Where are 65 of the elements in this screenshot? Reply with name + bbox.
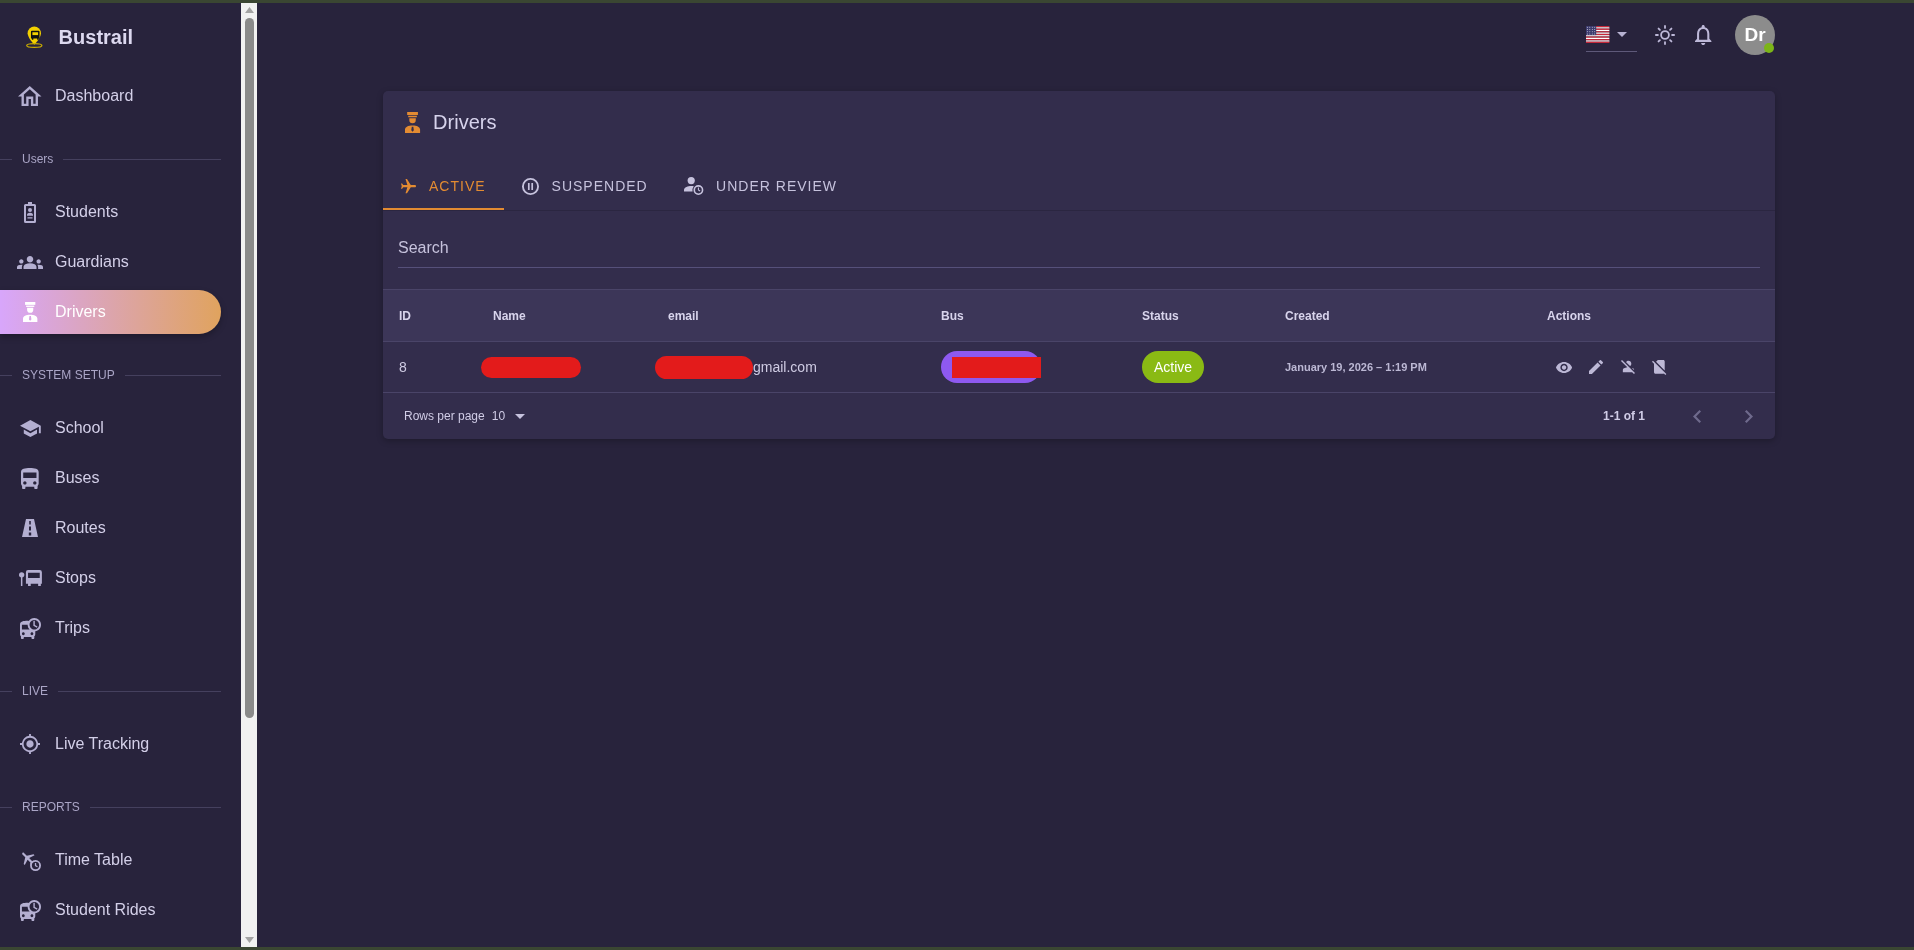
- sidebar-item[interactable]: Dashboard: [0, 74, 221, 118]
- column-header: ID: [399, 308, 411, 323]
- person-clock-icon: [683, 177, 704, 195]
- section-title: Users: [22, 152, 54, 166]
- sidebar-item[interactable]: Student Rides: [0, 888, 221, 932]
- column-header: Created: [1285, 308, 1330, 323]
- graduation-cap-icon: [19, 419, 41, 437]
- chevron-left-icon: [1693, 409, 1701, 423]
- scrollbar-track[interactable]: [241, 3, 257, 947]
- scrollbar-thumb[interactable]: [244, 18, 254, 718]
- column-header: Actions: [1547, 308, 1591, 323]
- email-cell: gmail.com: [753, 359, 817, 375]
- tab[interactable]: UNDER REVIEW: [665, 162, 855, 210]
- sidebar-item[interactable]: Live Tracking: [0, 722, 221, 766]
- pagination-range: 1-1 of 1: [1603, 409, 1645, 423]
- section-title: LIVE: [22, 684, 48, 698]
- caret-icon: [1617, 32, 1627, 37]
- theme-toggle-button[interactable]: [1653, 23, 1677, 47]
- bus-icon: [21, 467, 39, 489]
- section-title: REPORTS: [22, 800, 80, 814]
- sidebar-item[interactable]: School: [0, 406, 221, 450]
- logo-icon: [26, 26, 43, 48]
- people-group-icon: [17, 255, 43, 269]
- tab[interactable]: SUSPENDED: [503, 162, 666, 210]
- language-select[interactable]: [1585, 26, 1637, 52]
- rows-per-page-label: Rows per page: [404, 409, 485, 423]
- status-chip: Active: [1142, 351, 1205, 383]
- driver-icon: [405, 112, 421, 133]
- id-cell: 8: [399, 359, 407, 375]
- sidebar-item[interactable]: Stops: [0, 556, 221, 600]
- page-title: Drivers: [433, 111, 497, 134]
- caret-icon: [515, 413, 526, 419]
- column-header: Name: [493, 308, 526, 323]
- bus-stop-icon: [18, 570, 42, 586]
- brand-name: Bustrail: [58, 25, 134, 49]
- pencil-icon: [1589, 360, 1603, 374]
- crosshair-icon: [20, 734, 40, 754]
- id-badge-icon: [24, 201, 36, 223]
- sun-icon: [1655, 25, 1675, 45]
- search-field[interactable]: Search: [398, 236, 1760, 268]
- eye-icon: [1555, 361, 1573, 373]
- sidebar-item[interactable]: Routes: [0, 506, 221, 550]
- sidebar-item[interactable]: Trips: [0, 606, 221, 650]
- bus-clock-icon: [19, 617, 41, 639]
- sidebar-item[interactable]: Guardians: [0, 240, 221, 284]
- sidebar-item[interactable]: Students: [0, 190, 221, 234]
- bell-icon: [1694, 25, 1712, 45]
- crossed-card-icon: [1652, 359, 1668, 375]
- chevron-right-icon: [1745, 409, 1753, 423]
- column-header: email: [668, 308, 699, 323]
- flag-icon: [1585, 26, 1609, 43]
- airplane-icon: [401, 178, 416, 194]
- created-cell: January 19, 2026 – 1:19 PM: [1285, 361, 1427, 373]
- road-icon: [22, 519, 38, 537]
- person-slash-icon: [1621, 360, 1635, 374]
- column-header: Bus: [941, 308, 964, 323]
- driver-icon: [22, 302, 38, 322]
- section-title: SYSTEM SETUP: [22, 368, 115, 382]
- bus-clock-icon: [19, 899, 41, 921]
- rows-per-page-select[interactable]: 10: [491, 409, 526, 423]
- column-header: Status: [1142, 308, 1179, 323]
- house-icon: [18, 86, 42, 106]
- sidebar-item[interactable]: Buses: [0, 456, 221, 500]
- tab[interactable]: ACTIVE: [383, 162, 504, 210]
- sidebar-item[interactable]: Time Table: [0, 838, 221, 882]
